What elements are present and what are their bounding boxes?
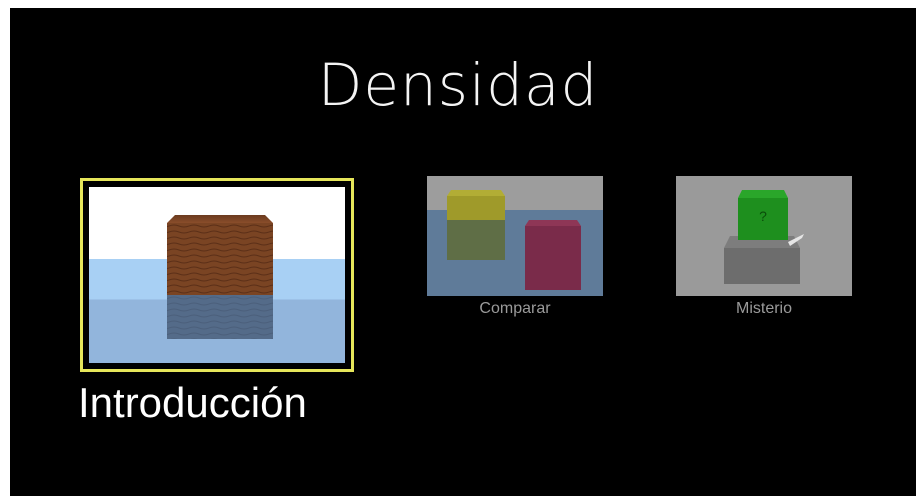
wood-block-in-water-image [167,215,273,339]
question-mark-icon: ? [759,208,767,224]
comparar-label[interactable]: Comparar [427,300,603,318]
mystery-block-image [676,176,852,296]
introduccion-thumbnail [89,187,345,363]
comparar-blocks-image [427,176,603,296]
introduccion-label[interactable]: Introducción [78,378,368,428]
comparar-thumbnail [427,176,603,296]
misterio-label[interactable]: Misterio [676,300,852,318]
screen-button-misterio[interactable]: ? Misterio [676,176,852,317]
misterio-thumbnail: ? [676,176,852,296]
screen-button-introduccion[interactable] [80,178,354,372]
screen-button-comparar[interactable]: Comparar [427,176,603,317]
sim-title: Densidad [317,51,599,119]
